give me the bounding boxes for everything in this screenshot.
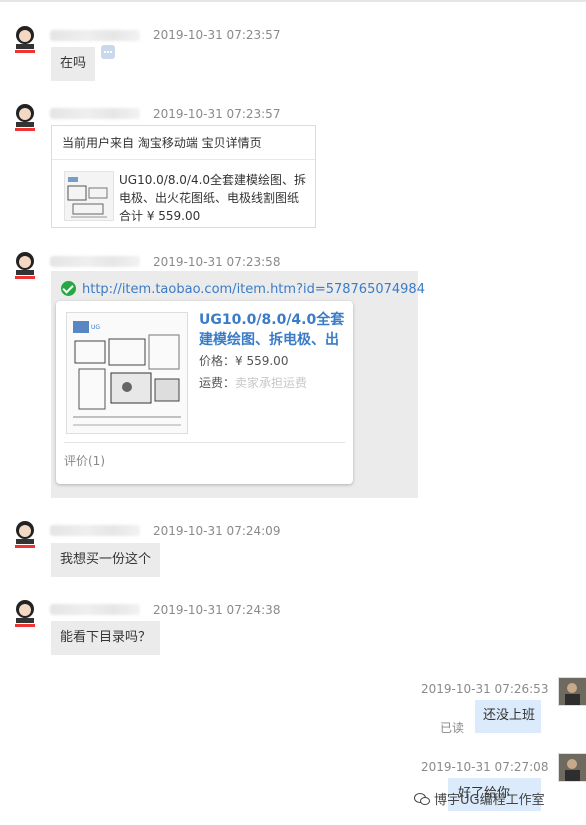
message-timestamp: 2019-10-31 07:26:53 [421, 682, 549, 696]
customer-avatar-icon[interactable] [12, 24, 38, 54]
message-timestamp: 2019-10-31 07:23:57 [153, 107, 281, 121]
product-image[interactable]: UG [66, 312, 188, 434]
message-timestamp: 2019-10-31 07:27:08 [421, 760, 549, 774]
customer-avatar-icon[interactable] [12, 250, 38, 280]
source-header: 当前用户来自 淘宝移动端 宝贝详情页 [62, 136, 262, 150]
wechat-icon [414, 793, 430, 805]
watermark: 博宇UG编程工作室 [414, 789, 545, 808]
more-icon[interactable] [101, 45, 115, 59]
product-thumbnail[interactable] [64, 171, 114, 221]
customer-name [50, 30, 140, 41]
read-status: 已读 [440, 721, 465, 735]
card-divider [64, 442, 345, 443]
message-timestamp: 2019-10-31 07:23:58 [153, 255, 281, 269]
item-link[interactable]: http://item.taobao.com/item.htm?id=57876… [82, 282, 425, 297]
message-bubble: 能看下目录吗？ [51, 621, 160, 655]
link-message: http://item.taobao.com/item.htm?id=57876… [51, 271, 425, 498]
check-circle-icon [61, 281, 76, 296]
shipping-row: 运费：卖家承担运费 [199, 374, 307, 391]
price-label: 价格： [199, 354, 236, 368]
agent-avatar-icon[interactable] [558, 677, 586, 706]
card-divider [52, 159, 315, 160]
top-divider [0, 0, 586, 2]
message-bubble: 还没上班 [475, 700, 541, 733]
message-timestamp: 2019-10-31 07:23:57 [153, 28, 281, 42]
link-row[interactable]: http://item.taobao.com/item.htm?id=57876… [61, 281, 425, 297]
shipping-value: 卖家承担运费 [235, 376, 308, 390]
agent-avatar-icon[interactable] [558, 753, 586, 782]
customer-name [50, 256, 140, 267]
customer-avatar-icon[interactable] [12, 519, 38, 549]
product-title-link[interactable]: UG10.0/8.0/4.0全套建模绘图、拆电极、出 [199, 310, 349, 350]
message-bubble: 在吗 [51, 47, 95, 81]
customer-name [50, 108, 140, 119]
watermark-text: 博宇UG编程工作室 [434, 793, 545, 808]
svg-text:UG: UG [91, 324, 100, 331]
price-row: 价格：¥ 559.00 [199, 352, 288, 369]
product-preview-card[interactable]: UG UG10.0/8.0/4.0全套建模绘图、拆电极、出 价格：¥ 559.0… [56, 301, 353, 484]
shipping-label: 运费： [199, 376, 236, 390]
product-total: 合计 ¥ 559.00 [119, 209, 201, 223]
product-description: UG10.0/8.0/4.0全套建模绘图、拆电极、出火花图纸、电极线割图纸 合计… [119, 171, 311, 225]
product-title: UG10.0/8.0/4.0全套建模绘图、拆电极、出火花图纸、电极线割图纸 [119, 173, 307, 205]
customer-avatar-icon[interactable] [12, 102, 38, 132]
price-value: ¥ 559.00 [235, 354, 289, 368]
review-count[interactable]: 评价(1) [64, 452, 105, 469]
customer-name [50, 604, 140, 615]
product-source-card[interactable]: 当前用户来自 淘宝移动端 宝贝详情页 UG10.0/8.0/4.0全套建模绘图、… [51, 125, 316, 228]
customer-name [50, 525, 140, 536]
message-bubble: 我想买一份这个 [51, 543, 160, 577]
customer-avatar-icon[interactable] [12, 598, 38, 628]
message-timestamp: 2019-10-31 07:24:38 [153, 603, 281, 617]
message-timestamp: 2019-10-31 07:24:09 [153, 524, 281, 538]
